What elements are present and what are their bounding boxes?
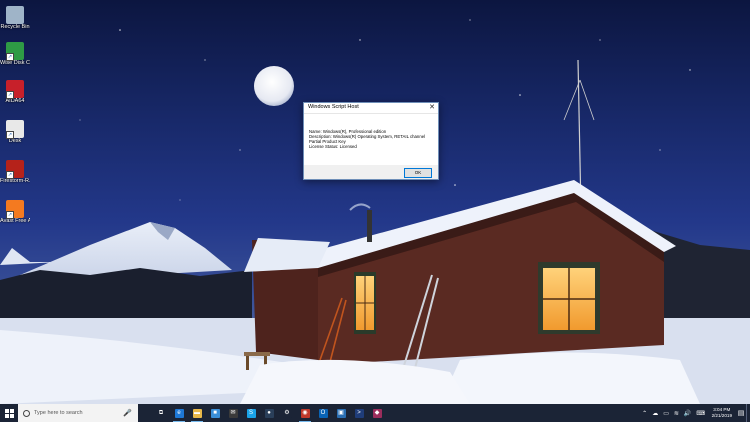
clock[interactable]: 3:04 PM 2/21/2019 — [712, 407, 732, 418]
network-icon[interactable]: ≋ — [674, 410, 679, 417]
settings-icon: ⚙ — [282, 408, 292, 418]
shortcut-arrow-icon: ↗ — [6, 211, 14, 219]
avast-icon: ↗ — [6, 200, 24, 219]
taskbar-task-view-button[interactable]: ⧉ — [152, 404, 170, 422]
photos-icon: ▣ — [336, 408, 346, 418]
close-icon[interactable]: ✕ — [429, 103, 435, 112]
task-view-icon: ⧉ — [156, 408, 166, 418]
action-center-icon[interactable]: ▤ — [736, 404, 746, 422]
search-box[interactable]: Type here to search 🎤 — [18, 404, 138, 422]
taskbar-settings-button[interactable]: ⚙ — [278, 404, 296, 422]
taskbar-file-explorer-button[interactable]: ▬ — [188, 404, 206, 422]
clock-date: 2/21/2019 — [711, 413, 732, 418]
desktop-icon-label: AIDA64 — [5, 98, 25, 104]
desktop-icon-recycle-bin[interactable]: Recycle Bin — [0, 6, 30, 31]
skype-icon: S — [246, 408, 256, 418]
onedrive-icon[interactable]: ☁ — [652, 410, 658, 417]
desktop-icon-label: Recycle Bin — [0, 24, 30, 30]
windows-script-host-dialog: Windows Script Host ✕ Name: Windows(R), … — [303, 102, 439, 180]
firestorm-icon: ↗ — [6, 160, 24, 179]
taskbar-skype-button[interactable]: S — [242, 404, 260, 422]
search-icon — [23, 409, 30, 417]
wise-disk-cleaner-icon: ↗ — [6, 42, 24, 61]
dialog-message: Name: Windows(R), Professional edition D… — [309, 129, 425, 149]
remote-app-icon: ◆ — [372, 408, 382, 418]
taskbar-photos-button[interactable]: ▣ — [332, 404, 350, 422]
desktop-icon-label: Desk — [8, 138, 22, 144]
desktop-icon-firestorm[interactable]: ↗Firestorm-R... — [0, 160, 30, 185]
taskbar-store-button[interactable]: ■ — [206, 404, 224, 422]
file-explorer-icon: ▬ — [192, 408, 202, 418]
show-desktop-button[interactable] — [746, 404, 750, 422]
desktop-icon-desk-folder[interactable]: ↗ Desk — [0, 120, 30, 145]
taskbar-edge-button[interactable]: e — [170, 404, 188, 422]
desktop[interactable]: Recycle Bin↗Wise Disk Cleaner↗AIDA64↗Des… — [0, 0, 750, 404]
battery-icon[interactable]: ▭ — [663, 410, 669, 417]
shortcut-arrow-icon: ↗ — [6, 171, 14, 179]
shortcut-arrow-icon: ↗ — [6, 91, 14, 99]
start-button[interactable] — [0, 404, 18, 422]
shortcut-arrow-icon: ↗ — [6, 131, 14, 139]
mail-icon: ✉ — [228, 408, 238, 418]
taskbar-steam-button[interactable]: ● — [260, 404, 278, 422]
license-status-line: License Status: Licensed — [309, 144, 357, 150]
taskbar-mail-button[interactable]: ✉ — [224, 404, 242, 422]
desktop-icon-label: Avast Free Antivirus — [0, 218, 30, 224]
desktop-icon-aida64[interactable]: ↗ AIDA64 — [0, 80, 30, 105]
desktop-icon-label: Wise Disk Cleaner — [0, 60, 30, 66]
wallpaper-cabin-night — [0, 19, 750, 404]
desktop-icon-wise-disk-cleaner[interactable]: ↗Wise Disk Cleaner — [0, 42, 30, 67]
taskbar-powershell-button[interactable]: > — [350, 404, 368, 422]
search-placeholder: Type here to search — [34, 410, 83, 416]
microphone-icon[interactable]: 🎤 — [123, 409, 132, 417]
ok-button[interactable]: OK — [404, 168, 432, 178]
system-tray: ⌃ ☁ ▭ ≋ 🔊 ⌨ 3:04 PM 2/21/2019 ▤ — [640, 404, 750, 422]
dialog-titlebar[interactable]: Windows Script Host ✕ — [304, 103, 438, 114]
desk-folder-icon: ↗ — [6, 120, 24, 139]
dialog-body: Name: Windows(R), Professional edition D… — [304, 114, 438, 165]
taskbar-remote-app-button[interactable]: ◆ — [368, 404, 386, 422]
volume-icon[interactable]: 🔊 — [684, 410, 691, 417]
dialog-title: Windows Script Host — [308, 104, 359, 110]
desktop-icon-avast[interactable]: ↗Avast Free Antivirus — [0, 200, 30, 225]
edge-icon: e — [174, 408, 184, 418]
firestorm-icon: ◉ — [300, 408, 310, 418]
shortcut-arrow-icon: ↗ — [6, 53, 14, 61]
dialog-footer: OK — [304, 165, 438, 179]
taskbar-outlook-button[interactable]: O — [314, 404, 332, 422]
keyboard-icon[interactable]: ⌨ — [696, 410, 705, 417]
windows-logo-icon — [4, 408, 14, 418]
recycle-bin-icon — [6, 6, 24, 24]
outlook-icon: O — [318, 408, 328, 418]
powershell-icon: > — [354, 408, 364, 418]
taskbar: Type here to search 🎤 ⧉ e ▬ ■ ✉ S ● ⚙ ◉ O ▣ > ◆ ⌃ ☁ ▭ ≋… — [0, 404, 750, 422]
store-icon: ■ — [210, 408, 220, 418]
show-hidden-icons[interactable]: ⌃ — [642, 410, 647, 417]
steam-icon: ● — [264, 408, 274, 418]
desktop-icon-label: Firestorm-R... — [0, 178, 30, 184]
aida64-icon: ↗ — [6, 80, 24, 99]
taskbar-firestorm-button[interactable]: ◉ — [296, 404, 314, 422]
